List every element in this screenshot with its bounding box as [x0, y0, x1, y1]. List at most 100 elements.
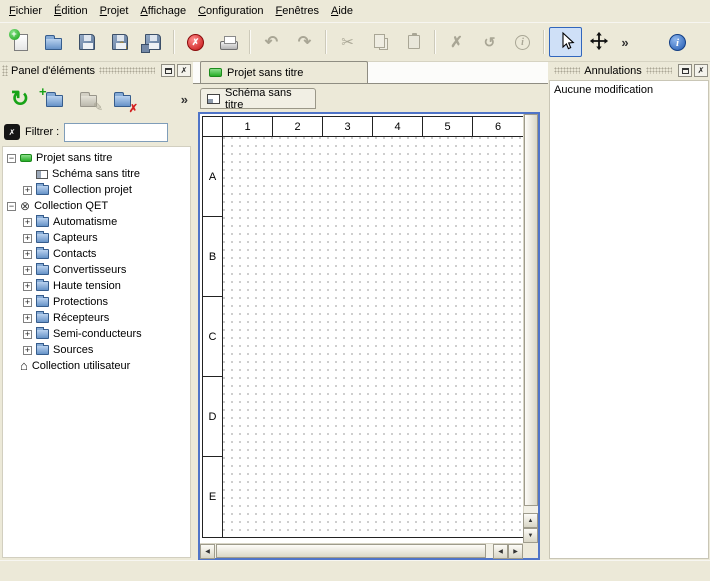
tree-item-collection-projet[interactable]: + Collection projet: [3, 182, 190, 198]
expander-icon[interactable]: +: [23, 346, 32, 355]
save-as-button[interactable]: ✎: [103, 27, 136, 57]
menu-configuration[interactable]: Configuration: [192, 2, 269, 20]
chevron-right-icon: »: [181, 92, 188, 107]
tree-item-haute-tension[interactable]: + Haute tension: [3, 278, 190, 294]
expander-icon[interactable]: +: [23, 250, 32, 259]
delete-button[interactable]: ✗: [440, 27, 473, 57]
expander-icon[interactable]: +: [23, 234, 32, 243]
menu-fichier[interactable]: Fichier: [3, 2, 48, 20]
open-project-button[interactable]: [37, 27, 70, 57]
tree-item-automatisme[interactable]: + Automatisme: [3, 214, 190, 230]
print-button[interactable]: [212, 27, 245, 57]
cursor-arrow-icon: [556, 31, 576, 54]
select-tool-button[interactable]: [549, 27, 582, 57]
reload-collections-button[interactable]: ↻: [3, 83, 37, 115]
tree-item-recepteurs[interactable]: + Récepteurs: [3, 310, 190, 326]
panel-overflow-button[interactable]: »: [181, 92, 188, 107]
float-panel-button[interactable]: [161, 64, 175, 77]
expander-icon[interactable]: +: [23, 330, 32, 339]
element-info-button[interactable]: i: [506, 27, 539, 57]
horizontal-scroll-thumb[interactable]: [216, 544, 486, 558]
diagram-canvas[interactable]: 1 2 3 4 5 6 A B C D E: [200, 114, 523, 543]
mini-floppy-icon: [141, 44, 150, 53]
menu-fenetres[interactable]: Fenêtres: [270, 2, 325, 20]
expander-icon[interactable]: −: [7, 202, 16, 211]
tree-item-label: Protections: [53, 296, 108, 308]
main-toolbar: + ✎ ✗ ↶ ↷ ✂: [0, 22, 710, 62]
tree-item-protections[interactable]: + Protections: [3, 294, 190, 310]
new-element-button[interactable]: +: [37, 83, 71, 115]
cut-button[interactable]: ✂: [331, 27, 364, 57]
dock-grip[interactable]: [2, 65, 8, 76]
save-button[interactable]: [70, 27, 103, 57]
scroll-down-button[interactable]: ▼: [523, 528, 538, 543]
close-panel-button[interactable]: ✗: [177, 64, 191, 77]
toolbar-overflow-button[interactable]: »: [615, 27, 635, 57]
elements-panel-titlebar[interactable]: Panel d'éléments ✗: [0, 62, 193, 79]
vertical-scrollbar[interactable]: ▲ ▼: [523, 114, 538, 543]
folder-icon: [36, 297, 49, 307]
tree-item-capteurs[interactable]: + Capteurs: [3, 230, 190, 246]
undo-button[interactable]: ↶: [255, 27, 288, 57]
scroll-left-button[interactable]: ◀: [493, 544, 508, 559]
dock-grip[interactable]: [99, 67, 155, 74]
clear-filter-button[interactable]: ✗: [4, 124, 20, 140]
edit-element-button[interactable]: ✎: [71, 83, 105, 115]
delete-element-button[interactable]: ✗: [105, 83, 139, 115]
menu-affichage[interactable]: Affichage: [134, 2, 192, 20]
tree-item-semi-conducteurs[interactable]: + Semi-conducteurs: [3, 326, 190, 342]
tree-item-collection-qet[interactable]: − ⊗ Collection QET: [3, 198, 190, 214]
rotate-button[interactable]: ↺: [473, 27, 506, 57]
float-panel-button[interactable]: [678, 64, 692, 77]
expander-icon[interactable]: +: [23, 186, 32, 195]
column-header: 1: [223, 117, 273, 137]
tree-item-contacts[interactable]: + Contacts: [3, 246, 190, 262]
expander-icon[interactable]: +: [23, 266, 32, 275]
expander-icon[interactable]: +: [23, 218, 32, 227]
undo-panel-titlebar[interactable]: Annulations ✗: [548, 62, 710, 79]
tab-schema-sans-titre[interactable]: Schéma sans titre: [200, 88, 316, 109]
close-icon: ✗: [698, 66, 705, 75]
move-tool-button[interactable]: [582, 27, 615, 57]
expander-icon[interactable]: +: [23, 298, 32, 307]
arrow-down-icon: ▼: [528, 533, 534, 539]
close-panel-button[interactable]: ✗: [694, 64, 708, 77]
diagram-grid-area[interactable]: [223, 137, 523, 537]
vertical-scroll-thumb[interactable]: [524, 114, 538, 506]
tree-item-collection-utilisateur[interactable]: ⌂ Collection utilisateur: [3, 358, 190, 374]
tree-item-project[interactable]: − Projet sans titre: [3, 150, 190, 166]
tree-item-label: Capteurs: [53, 232, 98, 244]
redo-button[interactable]: ↷: [288, 27, 321, 57]
tree-item-convertisseurs[interactable]: + Convertisseurs: [3, 262, 190, 278]
expander-icon[interactable]: −: [7, 154, 16, 163]
expander-icon[interactable]: +: [23, 282, 32, 291]
qelectrotech-window: Fichier Édition Projet Affichage Configu…: [0, 0, 710, 581]
close-project-button[interactable]: ✗: [179, 27, 212, 57]
copy-button[interactable]: [364, 27, 397, 57]
scroll-right-button[interactable]: ▶: [508, 544, 523, 559]
dock-grip[interactable]: [646, 67, 672, 74]
tree-item-schema[interactable]: Schéma sans titre: [3, 166, 190, 182]
menu-aide[interactable]: Aide: [325, 2, 359, 20]
about-qet-button[interactable]: i: [661, 27, 694, 57]
tree-item-sources[interactable]: + Sources: [3, 342, 190, 358]
undo-history-list[interactable]: Aucune modification: [549, 80, 709, 559]
paste-button[interactable]: [397, 27, 430, 57]
horizontal-scrollbar[interactable]: ◀ ◀ ▶: [200, 543, 523, 558]
new-project-button[interactable]: +: [4, 27, 37, 57]
dock-grip[interactable]: [554, 67, 580, 74]
filter-input[interactable]: [64, 123, 168, 142]
menu-projet[interactable]: Projet: [94, 2, 135, 20]
expander-icon[interactable]: +: [23, 314, 32, 323]
scroll-left-button[interactable]: ◀: [200, 544, 215, 559]
row-header: C: [203, 297, 223, 377]
close-red-icon: ✗: [187, 34, 204, 51]
menu-edition[interactable]: Édition: [48, 2, 94, 20]
scroll-up-button[interactable]: ▲: [523, 513, 538, 528]
tree-item-label: Sources: [53, 344, 93, 356]
workspace: Projet sans titre Schéma sans titre 1 2 …: [193, 62, 548, 560]
tab-projet-sans-titre[interactable]: Projet sans titre: [200, 61, 368, 83]
tree-item-label: Haute tension: [53, 280, 121, 292]
folder-icon: [36, 345, 49, 355]
save-all-button[interactable]: [136, 27, 169, 57]
